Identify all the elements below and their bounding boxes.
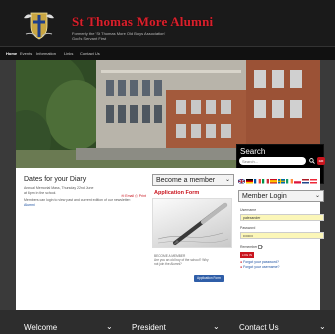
- flag-icon[interactable]: [286, 179, 293, 184]
- print-link[interactable]: Print: [139, 194, 146, 198]
- main-nav: Home Events Information Links Contact Us: [0, 46, 335, 60]
- site-title[interactable]: St Thomas More Alumni: [72, 14, 213, 30]
- flag-icon[interactable]: [302, 179, 309, 184]
- password-label: Password: [240, 226, 256, 230]
- flag-icon[interactable]: [238, 179, 245, 184]
- flag-icon[interactable]: [294, 179, 301, 184]
- diary-line-3: Members can login to view past and curre…: [24, 198, 131, 202]
- become-member-text: BECOME A MEMBER Are you an old boy of th…: [154, 254, 210, 266]
- flag-icon[interactable]: [254, 179, 261, 184]
- member-login-panel: Member Login ⌄ Username palexander Passw…: [238, 190, 324, 290]
- pen-writing-image: [152, 198, 232, 248]
- forgot-password-text[interactable]: Forgot your password?: [243, 260, 279, 264]
- tagline: Formerly the 'St Thomas More Old Boys As…: [72, 31, 165, 41]
- bullet-icon: ●: [240, 260, 243, 264]
- flag-icon[interactable]: [270, 179, 277, 184]
- chevron-down-icon[interactable]: ⌄: [213, 322, 220, 331]
- password-field[interactable]: ••••••••: [240, 232, 324, 239]
- site-header: St Thomas More Alumni Formerly the 'St T…: [0, 0, 335, 46]
- forgot-username-link[interactable]: ● Forgot your username?: [240, 265, 280, 269]
- become-member-header[interactable]: Become a member ⌄: [152, 174, 234, 186]
- language-flags: [238, 179, 324, 185]
- crest-logo[interactable]: [22, 10, 56, 40]
- tagline-line-2: God's Servant First: [72, 36, 107, 41]
- nav-contact-us[interactable]: Contact Us: [80, 51, 100, 56]
- flag-icon[interactable]: [262, 179, 269, 184]
- print-icon[interactable]: ⎙: [135, 194, 138, 198]
- remember-me-checkbox[interactable]: [258, 245, 262, 249]
- chevron-down-icon[interactable]: ⌄: [106, 322, 113, 331]
- footer: Welcome ⌄ President ⌄ Contact Us ⌄: [0, 310, 335, 334]
- main-content: Dates for your Diary ✉ Email ⎙ Print Ann…: [16, 168, 324, 310]
- flag-icon[interactable]: [310, 179, 317, 184]
- chevron-down-icon[interactable]: ⌄: [315, 192, 320, 199]
- application-form-button[interactable]: Application Form: [194, 275, 224, 282]
- flag-icon[interactable]: [278, 179, 285, 184]
- username-label: Username: [240, 208, 257, 212]
- application-form-title: Application Form: [154, 190, 200, 196]
- bullet-icon: ●: [240, 265, 243, 269]
- search-title: Search: [240, 147, 266, 156]
- nav-information[interactable]: Information: [36, 51, 56, 56]
- search-go-button[interactable]: GO: [317, 157, 325, 165]
- newsletter-link[interactable]: Alumni: [24, 203, 146, 208]
- become-member-title: Become a member: [156, 177, 216, 184]
- pen-illustration: [157, 202, 229, 245]
- username-field[interactable]: palexander: [240, 214, 324, 221]
- nav-events[interactable]: Events: [20, 51, 32, 56]
- chevron-down-icon[interactable]: ⌄: [319, 322, 326, 331]
- footer-president[interactable]: President: [132, 323, 166, 332]
- nav-home[interactable]: Home: [6, 51, 17, 56]
- diary-title: Dates for your Diary: [24, 176, 87, 183]
- nav-links[interactable]: Links: [64, 51, 73, 56]
- email-link[interactable]: Email: [125, 194, 134, 198]
- member-login-title: Member Login: [242, 193, 287, 200]
- diary-actions: ✉ Email ⎙ Print: [121, 194, 146, 198]
- email-icon[interactable]: ✉: [121, 194, 124, 198]
- footer-contact-us[interactable]: Contact Us: [239, 323, 279, 332]
- search-icon[interactable]: [309, 158, 315, 164]
- become-member-description: Are you an old boy of the school? Why no…: [154, 258, 209, 266]
- diary-section: Dates for your Diary ✉ Email ⎙ Print Ann…: [24, 176, 146, 236]
- forgot-username-text[interactable]: Forgot your username?: [243, 265, 279, 269]
- flag-icon[interactable]: [246, 179, 253, 184]
- become-member-section: Become a member ⌄ Application Form BECOM…: [152, 174, 234, 298]
- search-input[interactable]: [239, 157, 306, 165]
- forgot-password-link[interactable]: ● Forgot your password?: [240, 260, 279, 264]
- member-login-header[interactable]: Member Login ⌄: [238, 190, 324, 202]
- chevron-down-icon[interactable]: ⌄: [225, 176, 230, 183]
- footer-welcome[interactable]: Welcome: [24, 323, 57, 332]
- login-button[interactable]: LOG IN: [240, 252, 254, 258]
